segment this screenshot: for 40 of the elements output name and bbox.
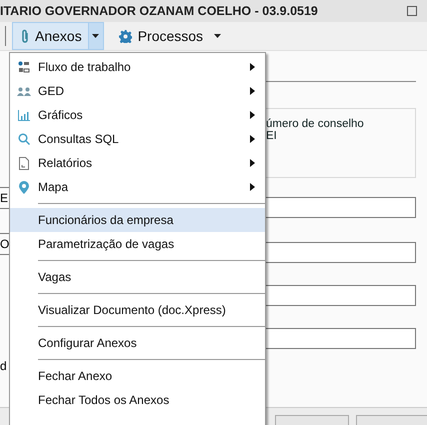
menu-item[interactable]: Gráficos [10,103,265,127]
submenu-arrow-icon [250,63,255,71]
search-icon [18,133,30,145]
workflow-icon [18,61,30,73]
menu-item[interactable]: Configurar Anexos [10,331,265,355]
field-label: d [0,359,8,373]
input-field[interactable] [265,242,416,263]
info-text: úmero de conselho [266,118,365,130]
document-icon [19,156,29,170]
bar-chart-icon [18,110,30,120]
window-title: ITARIO GOVERNADOR OZANAM COELHO - 03.9.0519 [0,4,318,18]
menu-item[interactable]: GED [10,79,265,103]
menu-item[interactable]: Parametrização de vagas [10,232,265,256]
gear-icon [118,30,132,42]
location-pin-icon [19,180,29,194]
caret-icon [214,34,221,38]
menu-item[interactable]: Visualizar Documento (doc.Xpress) [10,298,265,322]
menu-item[interactable]: Vagas [10,265,265,289]
menu-item[interactable]: Fechar Anexo [10,364,265,388]
info-text: EI [266,130,278,142]
menu-item[interactable]: Funcionários da empresa [10,208,265,232]
menu-item[interactable]: Consultas SQL [10,127,265,151]
menu-item[interactable]: Fechar Todos os Anexos [10,388,265,412]
submenu-arrow-icon [250,135,255,143]
submenu-arrow-icon [250,183,255,191]
toolbar-dropdown-button[interactable]: Anexos [12,22,104,50]
submenu-arrow-icon [250,111,255,119]
input-field[interactable] [265,197,416,218]
toolbar-dropdown-button[interactable]: Processos [110,22,226,50]
submenu-arrow-icon [250,159,255,167]
caret-icon [92,34,100,38]
input-field[interactable] [265,285,416,306]
submenu-arrow-icon [250,87,255,95]
input-field[interactable] [265,328,416,349]
menu-item[interactable]: Fluxo de trabalho [10,55,265,79]
menu-item[interactable]: Relatórios [10,151,265,175]
people-icon [17,86,31,96]
menu-item[interactable]: Mapa [10,175,265,199]
paperclip-icon [21,28,29,44]
maximize-icon[interactable] [407,6,417,16]
